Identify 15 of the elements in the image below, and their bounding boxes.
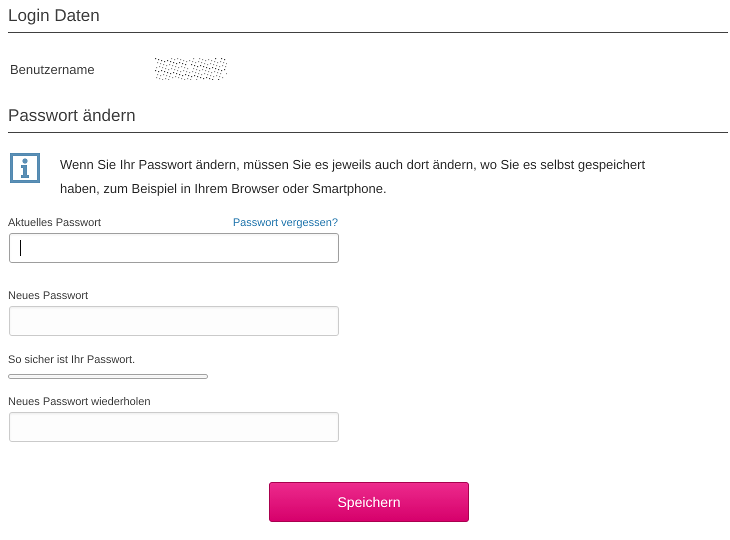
field-label: Aktuelles Passwort	[8, 217, 101, 229]
password-field[interactable]	[9, 412, 339, 442]
field-label: Neues Passwort wiederholen	[8, 396, 150, 408]
password-field[interactable]	[9, 233, 339, 263]
info-icon	[10, 153, 40, 183]
username-label: Benutzername	[10, 62, 96, 76]
section-heading: Login Daten	[8, 6, 728, 33]
forgot-password-link[interactable]: Passwort vergessen?	[232, 217, 338, 229]
field-label: Neues Passwort	[8, 290, 88, 302]
save-button[interactable]: Speichern	[269, 482, 469, 522]
blurred-username-drawing	[155, 58, 227, 80]
section-heading: Passwort ändern	[8, 106, 728, 133]
password-field[interactable]	[9, 306, 339, 336]
info-text: Wenn Sie Ihr Passwort ändern, müssen Sie es jeweils auch dort ändern, wo Sie es selbst gespeichert haben, zum Beispiel in Ihrem Browser oder Smartphone.	[60, 156, 646, 198]
strength-label: So sicher ist Ihr Passwort.	[8, 354, 136, 366]
